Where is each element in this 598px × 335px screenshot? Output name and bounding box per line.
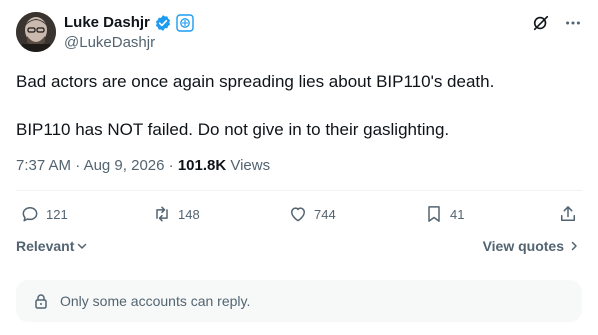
- chevron-down-icon: [76, 240, 88, 252]
- affiliate-badge-icon[interactable]: [176, 14, 194, 32]
- share-button[interactable]: [558, 204, 578, 224]
- top-actions: [532, 14, 582, 32]
- divider: [16, 190, 582, 191]
- bookmark-icon: [424, 204, 444, 224]
- action-row: 121 148 744 41: [16, 204, 582, 228]
- author-display-name[interactable]: Luke Dashjr: [64, 13, 150, 33]
- bookmark-count: 41: [450, 206, 465, 222]
- like-button[interactable]: 744: [288, 204, 336, 224]
- view-quotes-label: View quotes: [482, 238, 564, 254]
- author-handle[interactable]: @LukeDashjr: [64, 33, 155, 53]
- share-icon: [558, 204, 578, 224]
- avatar-image: [16, 12, 56, 52]
- tweet-meta: 7:37 AM · Aug 9, 2026 · 101.8K Views: [16, 156, 270, 176]
- grok-icon[interactable]: [532, 14, 550, 32]
- reply-count: 121: [46, 206, 68, 222]
- tweet-paragraph: BIP110 has NOT failed. Do not give in to…: [16, 120, 450, 139]
- tweet-text: Bad actors are once again spreading lies…: [16, 70, 576, 142]
- repost-count: 148: [178, 206, 200, 222]
- heart-icon: [288, 204, 308, 224]
- avatar[interactable]: [16, 12, 56, 52]
- meta-separator: ·: [164, 157, 178, 174]
- sort-relevant-dropdown[interactable]: Relevant: [16, 238, 88, 254]
- reply-restriction-notice: Only some accounts can reply.: [16, 280, 582, 322]
- reply-restriction-text: Only some accounts can reply.: [60, 293, 251, 309]
- like-count: 744: [314, 206, 336, 222]
- repost-icon: [152, 204, 172, 224]
- view-quotes-link[interactable]: View quotes: [483, 238, 580, 254]
- meta-separator: ·: [71, 157, 84, 174]
- chevron-right-icon: [568, 240, 580, 252]
- repost-button[interactable]: 148: [152, 204, 200, 224]
- views-count[interactable]: 101.8K: [178, 157, 226, 174]
- bookmark-button[interactable]: 41: [424, 204, 464, 224]
- lock-icon: [32, 292, 50, 310]
- sort-relevant-label: Relevant: [16, 238, 75, 254]
- reply-icon: [20, 204, 40, 224]
- views-label: Views: [226, 157, 271, 174]
- verified-badge-icon[interactable]: [154, 14, 172, 32]
- more-icon[interactable]: [564, 14, 582, 32]
- tweet-paragraph: Bad actors are once again spreading lies…: [16, 72, 495, 91]
- tweet-time[interactable]: 7:37 AM: [16, 157, 71, 174]
- tweet-date[interactable]: Aug 9, 2026: [84, 157, 165, 174]
- author-name-row: Luke Dashjr: [64, 13, 194, 33]
- reply-button[interactable]: 121: [20, 204, 68, 224]
